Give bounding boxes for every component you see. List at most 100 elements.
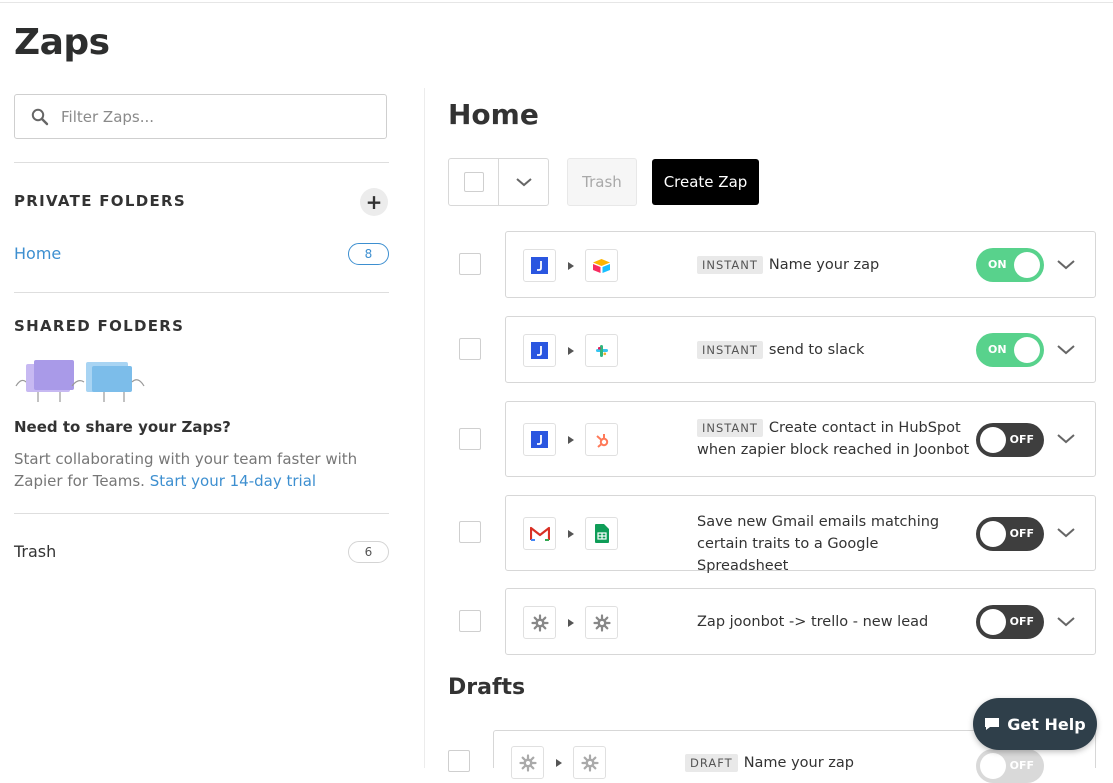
- gmail-icon: [523, 517, 556, 550]
- toggle-label: OFF: [1009, 615, 1034, 628]
- hubspot-icon: [585, 423, 618, 456]
- zap-row[interactable]: INSTANT send to slack ON: [505, 316, 1096, 383]
- zap-toggle[interactable]: ON: [976, 333, 1044, 367]
- chevron-down-icon: [515, 178, 532, 187]
- joonbot-icon: [523, 334, 556, 367]
- chevron-down-icon[interactable]: [1056, 259, 1076, 271]
- zap-title: Zap joonbot -> trello - new lead: [697, 611, 972, 633]
- share-zaps-text: Start collaborating with your team faste…: [14, 448, 374, 492]
- instant-tag: INSTANT: [697, 341, 763, 359]
- get-help-button[interactable]: Get Help: [973, 698, 1097, 750]
- zap-name: send to slack: [768, 342, 865, 358]
- zap-name: Zap joonbot -> trello - new lead: [697, 614, 929, 630]
- chat-bubble-icon: [985, 718, 1000, 730]
- zap-checkbox[interactable]: [459, 610, 481, 632]
- share-zaps-title: Need to share your Zaps?: [14, 418, 231, 436]
- trash-count-badge: 6: [348, 541, 389, 563]
- chevron-down-icon[interactable]: [1056, 616, 1076, 628]
- drafts-title: Drafts: [448, 675, 526, 700]
- page-title: Zaps: [14, 22, 110, 63]
- chevron-down-icon[interactable]: [1056, 344, 1076, 356]
- zap-title: Save new Gmail emails matching certain t…: [697, 511, 972, 577]
- sidebar-divider: [14, 513, 389, 514]
- select-all-checkbox[interactable]: [463, 172, 484, 192]
- zap-title: INSTANT Create contact in HubSpot when za…: [697, 417, 972, 461]
- zap-name: Save new Gmail emails matching certain t…: [697, 514, 940, 574]
- filter-zaps-search[interactable]: [14, 94, 387, 139]
- trash-button[interactable]: Trash: [567, 158, 637, 206]
- folder-title: Home: [448, 98, 539, 131]
- draft-toggle[interactable]: OFF: [976, 749, 1044, 783]
- zap-row[interactable]: INSTANT Create contact in HubSpot when za…: [505, 401, 1096, 477]
- draft-checkbox[interactable]: [448, 750, 470, 772]
- bulk-select-control: [448, 158, 549, 206]
- toggle-label: OFF: [1009, 433, 1034, 446]
- top-border: [0, 2, 1113, 3]
- arrow-right-icon: [568, 436, 574, 444]
- zap-title: INSTANT send to slack: [697, 339, 972, 361]
- chevron-down-icon[interactable]: [1056, 527, 1076, 539]
- chevron-down-icon[interactable]: [1056, 433, 1076, 445]
- instant-tag: INSTANT: [697, 419, 763, 437]
- zap-checkbox[interactable]: [459, 253, 481, 275]
- gear-icon: [585, 606, 618, 639]
- google-sheets-icon: [585, 517, 618, 550]
- zap-checkbox[interactable]: [459, 428, 481, 450]
- sidebar-item-trash[interactable]: Trash: [14, 542, 56, 561]
- plus-icon: +: [365, 190, 383, 214]
- shared-folders-illustration-icon: [15, 360, 145, 402]
- joonbot-icon: [523, 249, 556, 282]
- toggle-knob: [980, 753, 1006, 779]
- shared-folders-title: SHARED FOLDERS: [14, 317, 185, 335]
- sidebar-divider: [14, 162, 389, 163]
- gear-icon: [573, 746, 606, 779]
- toggle-knob: [980, 609, 1006, 635]
- airtable-icon: [585, 249, 618, 282]
- zap-toggle[interactable]: OFF: [976, 423, 1044, 457]
- zap-toggle[interactable]: OFF: [976, 517, 1044, 551]
- instant-tag: INSTANT: [697, 256, 763, 274]
- arrow-right-icon: [556, 759, 562, 767]
- zap-checkbox[interactable]: [459, 521, 481, 543]
- get-help-label: Get Help: [1007, 714, 1086, 734]
- arrow-right-icon: [568, 347, 574, 355]
- toggle-knob: [980, 427, 1006, 453]
- toggle-label: OFF: [1009, 759, 1034, 772]
- zap-checkbox[interactable]: [459, 338, 481, 360]
- arrow-right-icon: [568, 530, 574, 538]
- select-all-cell: [449, 159, 498, 205]
- sidebar-divider: [14, 292, 389, 293]
- zap-toggle[interactable]: ON: [976, 248, 1044, 282]
- private-folders-title: PRIVATE FOLDERS: [14, 192, 186, 210]
- sidebar-item-home[interactable]: Home: [14, 244, 61, 263]
- zap-name: Name your zap: [768, 257, 880, 273]
- zap-title: DRAFT Name your zap: [685, 752, 960, 774]
- zap-row[interactable]: Zap joonbot -> trello - new lead OFF: [505, 588, 1096, 655]
- zap-row[interactable]: INSTANT Name your zap ON: [505, 231, 1096, 298]
- home-count-badge: 8: [348, 243, 389, 265]
- draft-tag: DRAFT: [685, 754, 738, 772]
- zap-toggle[interactable]: OFF: [976, 605, 1044, 639]
- zap-row[interactable]: Save new Gmail emails matching certain t…: [505, 495, 1096, 574]
- toggle-label: ON: [988, 343, 1007, 356]
- joonbot-icon: [523, 423, 556, 456]
- column-separator: [424, 88, 425, 768]
- toggle-label: OFF: [1009, 527, 1034, 540]
- gear-icon: [511, 746, 544, 779]
- search-icon: [31, 108, 49, 125]
- slack-icon: [585, 334, 618, 367]
- gear-icon: [523, 606, 556, 639]
- toggle-knob: [980, 521, 1006, 547]
- arrow-right-icon: [568, 262, 574, 270]
- toggle-knob: [1014, 337, 1040, 363]
- start-trial-link[interactable]: Start your 14-day trial: [150, 472, 316, 490]
- toggle-knob: [1014, 252, 1040, 278]
- arrow-right-icon: [568, 619, 574, 627]
- select-menu-button[interactable]: [498, 159, 548, 205]
- create-zap-button[interactable]: Create Zap: [652, 159, 759, 205]
- search-input[interactable]: [59, 106, 363, 127]
- add-folder-button[interactable]: +: [360, 188, 388, 216]
- zap-name: Name your zap: [743, 755, 854, 771]
- zap-title: INSTANT Name your zap: [697, 254, 972, 276]
- toggle-label: ON: [988, 258, 1007, 271]
